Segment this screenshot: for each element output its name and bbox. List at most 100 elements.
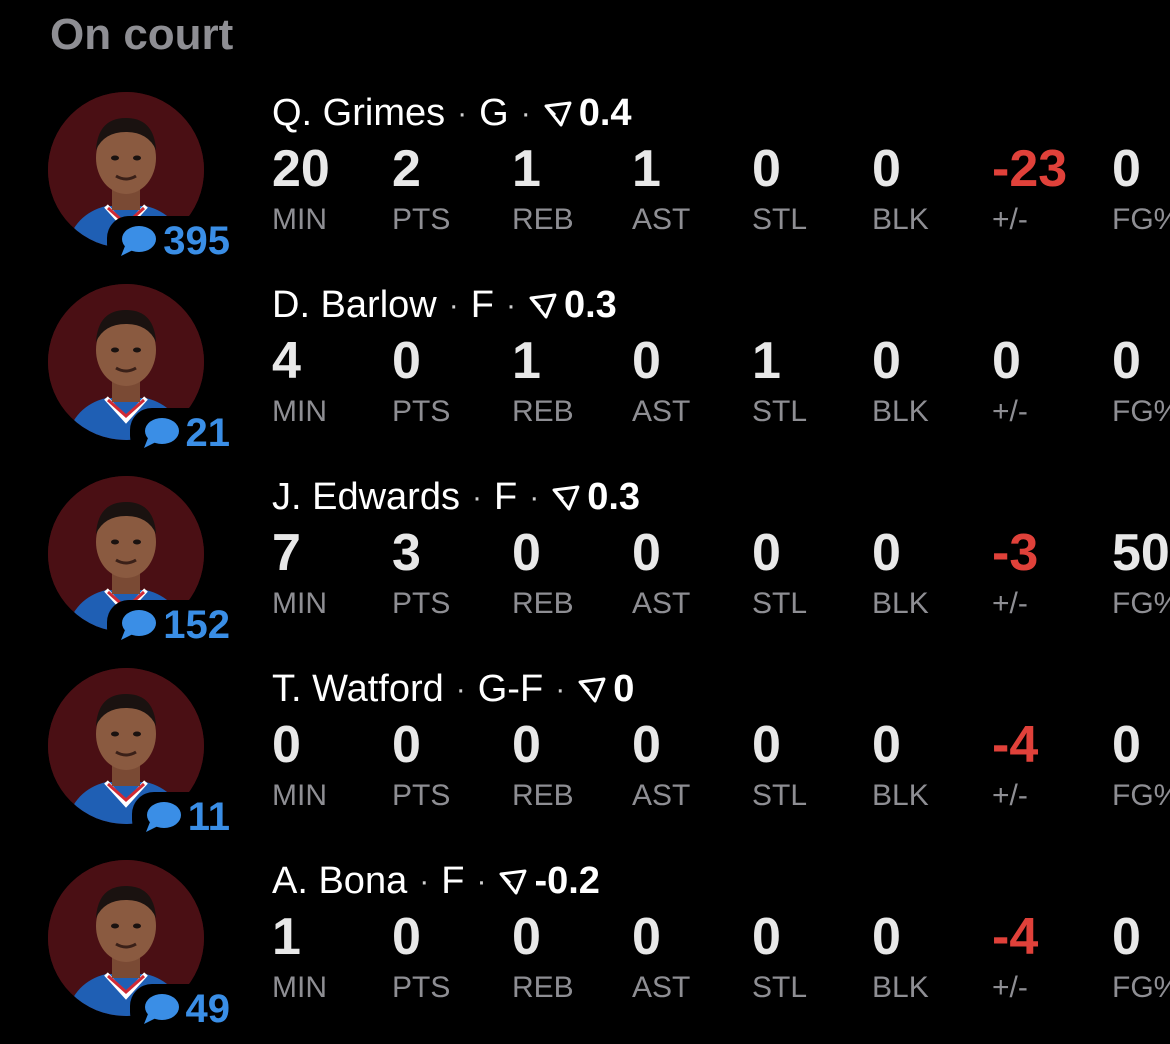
- speech-bubble-icon: [121, 610, 157, 640]
- stat-value: 0: [992, 332, 1021, 390]
- stat-value: 0: [632, 716, 661, 774]
- player-position: G: [479, 92, 509, 134]
- stat-label: AST: [632, 971, 691, 1004]
- player-rating: -0.2: [534, 860, 600, 902]
- stat-min-column: 1 MIN: [272, 906, 392, 1008]
- stat-label: AST: [632, 779, 691, 812]
- separator-dot: ·: [448, 288, 459, 322]
- stat-value: 0: [752, 524, 781, 582]
- player-name-line[interactable]: T. Watford · G-F · 0: [272, 668, 634, 711]
- stat-value: 0: [872, 908, 901, 966]
- speech-bubble-icon: [143, 994, 179, 1024]
- stat-stl-column: 1 STL: [752, 330, 872, 432]
- comment-badge[interactable]: 21: [129, 408, 234, 458]
- separator-dot: ·: [520, 96, 531, 130]
- comment-badge[interactable]: 152: [107, 600, 234, 650]
- stat-label: REB: [512, 971, 574, 1004]
- stat-label: STL: [752, 587, 808, 620]
- stat-value: 0: [752, 140, 781, 198]
- player-name-line[interactable]: J. Edwards · F · 0.3: [272, 476, 640, 519]
- comment-count: 152: [163, 603, 230, 647]
- separator-dot: ·: [457, 96, 468, 130]
- comment-badge[interactable]: 395: [107, 216, 234, 266]
- stat--column: 0 +/-: [992, 330, 1112, 432]
- stat-stl-column: 0 STL: [752, 906, 872, 1008]
- stat-label: REB: [512, 587, 574, 620]
- player-row[interactable]: 11 T. Watford · G-F · 0 0 MIN 0 PTS 0 REB 0 AST…: [0, 660, 1170, 852]
- stat-ast-column: 1 AST: [632, 138, 752, 240]
- stat-value: 20: [272, 140, 330, 198]
- speech-bubble-icon: [143, 418, 179, 448]
- stat-reb-column: 0 REB: [512, 522, 632, 624]
- player-name-line[interactable]: A. Bona · F · -0.2: [272, 860, 600, 903]
- speech-bubble-icon: [121, 226, 157, 256]
- stat-label: MIN: [272, 779, 327, 812]
- player-name: A. Bona: [272, 860, 408, 902]
- player-position: G-F: [477, 668, 544, 710]
- stat-label: BLK: [872, 779, 929, 812]
- player-name-line[interactable]: Q. Grimes · G · 0.4: [272, 92, 632, 135]
- player-position: F: [470, 284, 494, 326]
- stat-fg-column: 0 FG%: [1112, 906, 1170, 1008]
- stat-label: +/-: [992, 587, 1028, 620]
- player-rating: 0.3: [587, 476, 641, 518]
- player-row[interactable]: 21 D. Barlow · F · 0.3 4 MIN 0 PTS 1 REB 0 AST 1…: [0, 276, 1170, 468]
- stat-blk-column: 0 BLK: [872, 522, 992, 624]
- stat-value: 4: [272, 332, 301, 390]
- stat-label: +/-: [992, 203, 1028, 236]
- stat-label: BLK: [872, 203, 929, 236]
- stat-value: 0: [752, 908, 781, 966]
- stat-blk-column: 0 BLK: [872, 138, 992, 240]
- stat-value: 3: [392, 524, 421, 582]
- stat-value: 1: [752, 332, 781, 390]
- stat-label: PTS: [392, 587, 451, 620]
- stat-value: 0: [1112, 332, 1141, 390]
- stat-pts-column: 3 PTS: [392, 522, 512, 624]
- stat-label: +/-: [992, 779, 1028, 812]
- stat-label: STL: [752, 971, 808, 1004]
- stat--column: -4 +/-: [992, 714, 1112, 816]
- stat-reb-column: 1 REB: [512, 138, 632, 240]
- stat-label: STL: [752, 779, 808, 812]
- comment-count: 11: [187, 795, 230, 839]
- stat-value: 1: [512, 332, 541, 390]
- stat-pts-column: 0 PTS: [392, 906, 512, 1008]
- rating-triangle-icon: [552, 485, 580, 510]
- comment-badge[interactable]: 49: [129, 984, 234, 1034]
- stat-value: 50: [1112, 524, 1170, 582]
- comment-badge[interactable]: 11: [131, 792, 234, 842]
- stat-label: REB: [512, 779, 574, 812]
- stat-stl-column: 0 STL: [752, 522, 872, 624]
- player-name-line[interactable]: D. Barlow · F · 0.3: [272, 284, 617, 327]
- stat-value: 1: [632, 140, 661, 198]
- stat-pts-column: 2 PTS: [392, 138, 512, 240]
- speech-bubble-icon: [145, 802, 181, 832]
- player-position: F: [441, 860, 465, 902]
- stat-label: FG%: [1112, 587, 1170, 620]
- stat-label: STL: [752, 395, 808, 428]
- player-row[interactable]: 49 A. Bona · F · -0.2 1 MIN 0 PTS 0 REB 0 AST 0 S…: [0, 852, 1170, 1044]
- stat-value: 0: [1112, 140, 1141, 198]
- player-position: F: [493, 476, 518, 518]
- stat-value: 0: [872, 716, 901, 774]
- stat-value: 2: [392, 140, 421, 198]
- stat-min-column: 0 MIN: [272, 714, 392, 816]
- stat-value: 0: [1112, 908, 1141, 966]
- player-row[interactable]: 395 Q. Grimes · G · 0.4 20 MIN 2 PTS 1 REB 1 AS…: [0, 84, 1170, 276]
- comment-count: 49: [185, 987, 231, 1031]
- stat-label: BLK: [872, 395, 929, 428]
- stat-value: 0: [272, 716, 301, 774]
- rating-triangle-icon: [529, 293, 557, 318]
- stat-label: PTS: [392, 971, 451, 1004]
- stat-fg-column: 0 FG%: [1112, 138, 1170, 240]
- stat-value: 0: [512, 716, 541, 774]
- section-title: On court: [50, 10, 234, 59]
- stat-min-column: 7 MIN: [272, 522, 392, 624]
- stat-label: +/-: [992, 971, 1028, 1004]
- stat-label: FG%: [1112, 395, 1170, 428]
- player-row[interactable]: 152 J. Edwards · F · 0.3 7 MIN 3 PTS 0 REB 0 AS…: [0, 468, 1170, 660]
- stat-ast-column: 0 AST: [632, 330, 752, 432]
- stat-label: MIN: [272, 203, 327, 236]
- comment-count: 21: [185, 411, 231, 455]
- stat-label: FG%: [1112, 779, 1170, 812]
